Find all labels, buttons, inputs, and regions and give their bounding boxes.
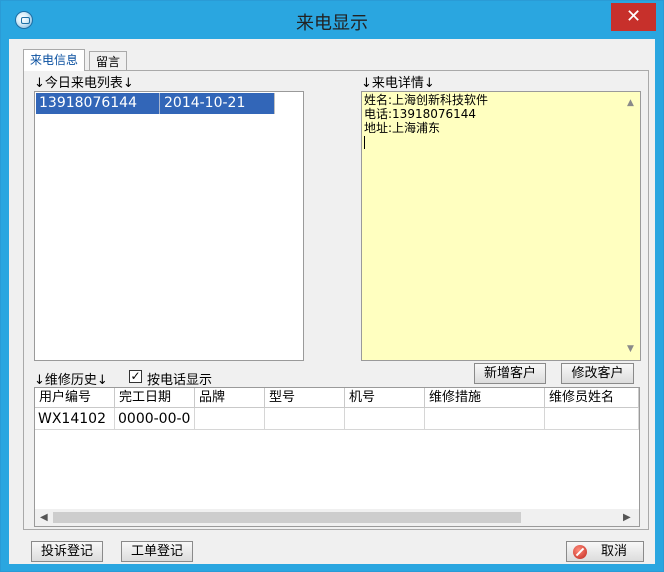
call-date: 2014-10-21 [159, 93, 245, 114]
table-cell[interactable] [345, 408, 425, 430]
title-bar[interactable]: 来电显示 ✕ [1, 1, 663, 39]
tab-panel: ↓今日来电列表↓ 13918076144 2014-10-21 ↓来电详情↓ 姓… [23, 70, 649, 530]
column-header[interactable]: 完工日期 [115, 388, 195, 408]
window-title: 来电显示 [296, 13, 368, 34]
cancel-icon [573, 545, 587, 559]
tab-messages[interactable]: 留言 [89, 51, 128, 71]
table-cell[interactable] [545, 408, 639, 430]
complaint-register-button[interactable]: 投诉登记 [31, 541, 103, 562]
scroll-up-icon[interactable]: ▲ [627, 98, 634, 108]
filter-by-phone-checkbox[interactable]: ✓ [129, 370, 142, 383]
call-detail-label: ↓来电详情↓ [361, 76, 435, 91]
scrollbar-thumb[interactable] [53, 512, 521, 523]
repair-history-label: ↓维修历史↓ [34, 373, 108, 388]
column-header[interactable]: 型号 [265, 388, 345, 408]
table-cell[interactable]: 0000-00-0 [115, 408, 195, 430]
dialog-window: 来电显示 ✕ 来电信息 留言 ↓今日来电列表↓ 13918076144 2014… [0, 0, 664, 572]
close-button[interactable]: ✕ [611, 3, 656, 31]
table-cell[interactable] [195, 408, 265, 430]
today-calls-label: ↓今日来电列表↓ [34, 76, 134, 91]
scroll-right-icon[interactable]: ▶ [623, 512, 631, 523]
column-header[interactable]: 维修措施 [425, 388, 545, 408]
detail-scrollbar[interactable]: ▲ ▼ [623, 92, 640, 360]
cancel-button[interactable]: 取消 [566, 541, 644, 562]
cancel-label: 取消 [600, 544, 627, 559]
table-horizontal-scrollbar[interactable]: ◀ ▶ [35, 509, 639, 526]
column-header[interactable]: 品牌 [195, 388, 265, 408]
edit-customer-button[interactable]: 修改客户 [561, 363, 634, 384]
text-caret [364, 136, 365, 149]
scroll-left-icon[interactable]: ◀ [40, 512, 48, 523]
filter-by-phone-label[interactable]: 按电话显示 [147, 369, 212, 388]
call-detail-textarea[interactable]: 姓名:上海创新科技软件 电话:13918076144 地址:上海浦东 ▲ ▼ [361, 91, 641, 361]
table-cell[interactable] [265, 408, 345, 430]
scroll-down-icon[interactable]: ▼ [627, 344, 634, 354]
add-customer-button[interactable]: 新增客户 [474, 363, 546, 384]
table-cell[interactable] [425, 408, 545, 430]
column-header[interactable]: 机号 [345, 388, 425, 408]
repair-history-table[interactable]: 用户编号 完工日期 品牌 型号 机号 维修措施 维修员姓名 WX14102 00… [34, 387, 640, 527]
call-detail-text: 姓名:上海创新科技软件 电话:13918076144 地址:上海浦东 [364, 93, 489, 135]
client-area: 来电信息 留言 ↓今日来电列表↓ 13918076144 2014-10-21 … [9, 39, 655, 564]
list-row-divider [274, 93, 275, 114]
column-header[interactable]: 维修员姓名 [545, 388, 639, 408]
list-item[interactable]: 13918076144 2014-10-21 [36, 93, 274, 114]
table-cell[interactable]: WX14102 [35, 408, 115, 430]
column-header[interactable]: 用户编号 [35, 388, 115, 408]
tab-call-info[interactable]: 来电信息 [23, 49, 86, 71]
today-calls-list[interactable]: 13918076144 2014-10-21 [34, 91, 304, 361]
call-phone: 13918076144 [39, 95, 137, 111]
work-order-register-button[interactable]: 工单登记 [121, 541, 193, 562]
